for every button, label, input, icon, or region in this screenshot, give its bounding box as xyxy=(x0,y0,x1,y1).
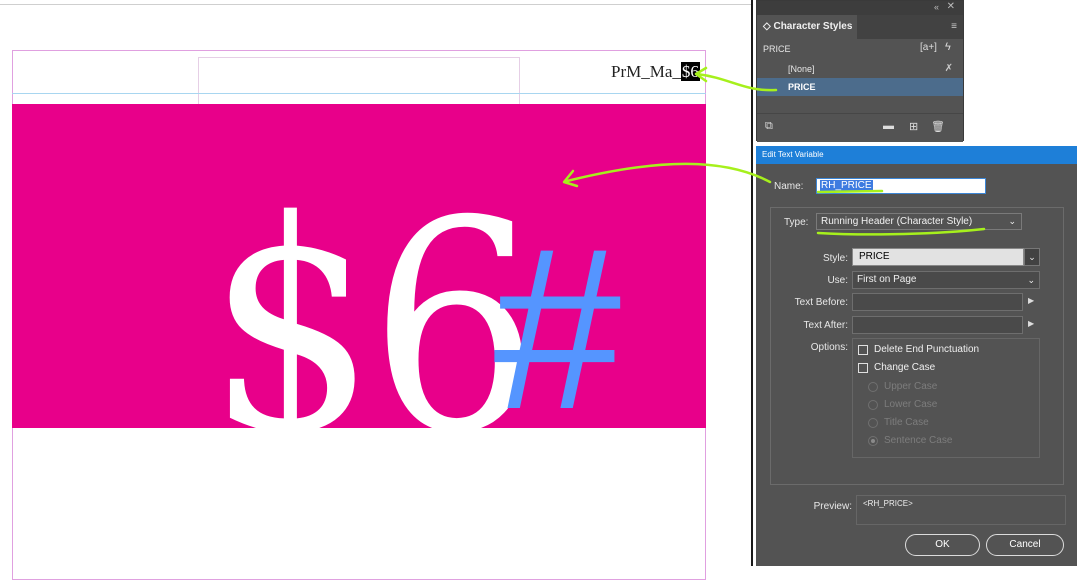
use-label: Use: xyxy=(827,275,848,286)
collapse-icon[interactable]: « xyxy=(934,2,939,12)
text-before-field[interactable] xyxy=(852,293,1023,311)
character-styles-panel: « ✕ ◇ Character Styles ≡ PRICE [a+] ϟ [N… xyxy=(756,0,964,142)
cancel-button[interactable]: Cancel xyxy=(986,534,1064,556)
radio-dot xyxy=(871,439,875,443)
panel-tab-bar: ◇ Character Styles ≡ xyxy=(757,15,963,39)
text-before-label: Text Before: xyxy=(794,297,848,308)
tab-character-styles[interactable]: ◇ Character Styles xyxy=(757,15,857,39)
style-list: [None] ✗ PRICE xyxy=(757,59,963,109)
change-case-label: Change Case xyxy=(874,362,936,373)
chevron-down-icon[interactable]: ⌄ xyxy=(1024,248,1040,266)
panel-bottom-bar: ⧉ ▬ ⊞ 🗑 xyxy=(757,113,963,142)
name-field[interactable]: RH_PRICE xyxy=(816,178,986,194)
current-style-label: PRICE xyxy=(763,44,791,54)
delete-end-punctuation-label: Delete End Punctuation xyxy=(874,344,980,355)
trash-icon[interactable]: 🗑 xyxy=(931,120,945,133)
header-price-variable: $6 xyxy=(680,62,700,81)
add-style-icon[interactable]: ⊞ xyxy=(909,120,918,133)
canvas-top-border xyxy=(0,4,752,5)
header-prefix: PrM_Ma_ xyxy=(611,62,681,81)
type-label: Type: xyxy=(782,217,811,228)
new-style-from-selection-icon[interactable]: [a+] xyxy=(920,42,937,53)
edit-text-variable-dialog: Edit Text Variable Name: RH_PRICE Type: … xyxy=(756,146,1077,566)
list-item-selected[interactable]: PRICE xyxy=(757,78,963,96)
panel-menu-icon[interactable]: ≡ xyxy=(951,21,957,32)
special-chars-arrow-icon[interactable]: ▶ xyxy=(1028,296,1034,305)
special-chars-arrow-icon[interactable]: ▶ xyxy=(1028,319,1034,328)
price-banner[interactable]: $6 # xyxy=(12,104,706,428)
upper-case-label: Upper Case xyxy=(884,381,938,392)
options-label: Options: xyxy=(810,342,848,353)
use-dropdown-value: First on Page xyxy=(857,274,917,285)
quick-apply-icon[interactable]: ϟ xyxy=(945,41,951,53)
chevron-down-icon: ⌄ xyxy=(1008,216,1016,226)
use-dropdown[interactable]: First on Page ⌄ xyxy=(852,271,1040,289)
type-dropdown-value: Running Header (Character Style) xyxy=(821,216,973,227)
upper-case-radio[interactable] xyxy=(868,382,878,392)
title-case-label: Title Case xyxy=(884,417,929,428)
preview-label: Preview: xyxy=(813,501,852,512)
title-case-radio[interactable] xyxy=(868,418,878,428)
text-after-field[interactable] xyxy=(852,316,1023,334)
clear-overrides-icon: ✗ xyxy=(944,63,953,74)
folder-icon[interactable]: ▬ xyxy=(883,120,894,132)
delete-end-punctuation-checkbox[interactable] xyxy=(858,345,868,355)
lower-case-label: Lower Case xyxy=(884,399,938,410)
sentence-case-label: Sentence Case xyxy=(884,435,953,446)
close-icon[interactable]: ✕ xyxy=(947,1,955,12)
running-header-text[interactable]: PrM_Ma_$6 xyxy=(611,62,700,82)
overset-hash-marker: # xyxy=(490,200,618,428)
style-name: PRICE xyxy=(788,82,816,92)
dialog-title: Edit Text Variable xyxy=(762,150,824,159)
preview-box: <RH_PRICE> xyxy=(856,495,1066,525)
header-guide-line xyxy=(12,93,706,94)
style-dropdown-value: PRICE xyxy=(859,251,890,262)
style-name: [None] xyxy=(788,64,815,74)
type-dropdown[interactable]: Running Header (Character Style) ⌄ xyxy=(816,213,1022,230)
style-label: Style: xyxy=(822,253,848,264)
name-label: Name: xyxy=(774,181,804,192)
page-edge xyxy=(705,428,706,568)
big-price-text: $6 xyxy=(207,160,539,429)
lower-case-radio[interactable] xyxy=(868,400,878,410)
style-dropdown[interactable]: PRICE xyxy=(852,248,1024,266)
panel-topbar: « ✕ xyxy=(757,1,963,15)
change-case-checkbox[interactable] xyxy=(858,363,868,373)
panel-divider xyxy=(751,0,753,566)
dialog-titlebar: Edit Text Variable xyxy=(756,146,1077,164)
text-after-label: Text After: xyxy=(803,320,848,331)
name-field-value: RH_PRICE xyxy=(820,180,873,191)
chevron-down-icon: ⌄ xyxy=(1027,275,1035,285)
load-styles-icon[interactable]: ⧉ xyxy=(765,120,773,133)
document-canvas[interactable]: PrM_Ma_$6 $6 # xyxy=(0,0,752,580)
sentence-case-radio[interactable] xyxy=(868,436,878,446)
tab-label: Character Styles xyxy=(773,21,853,32)
list-item[interactable]: [None] ✗ xyxy=(757,60,963,78)
ok-button[interactable]: OK xyxy=(905,534,980,556)
